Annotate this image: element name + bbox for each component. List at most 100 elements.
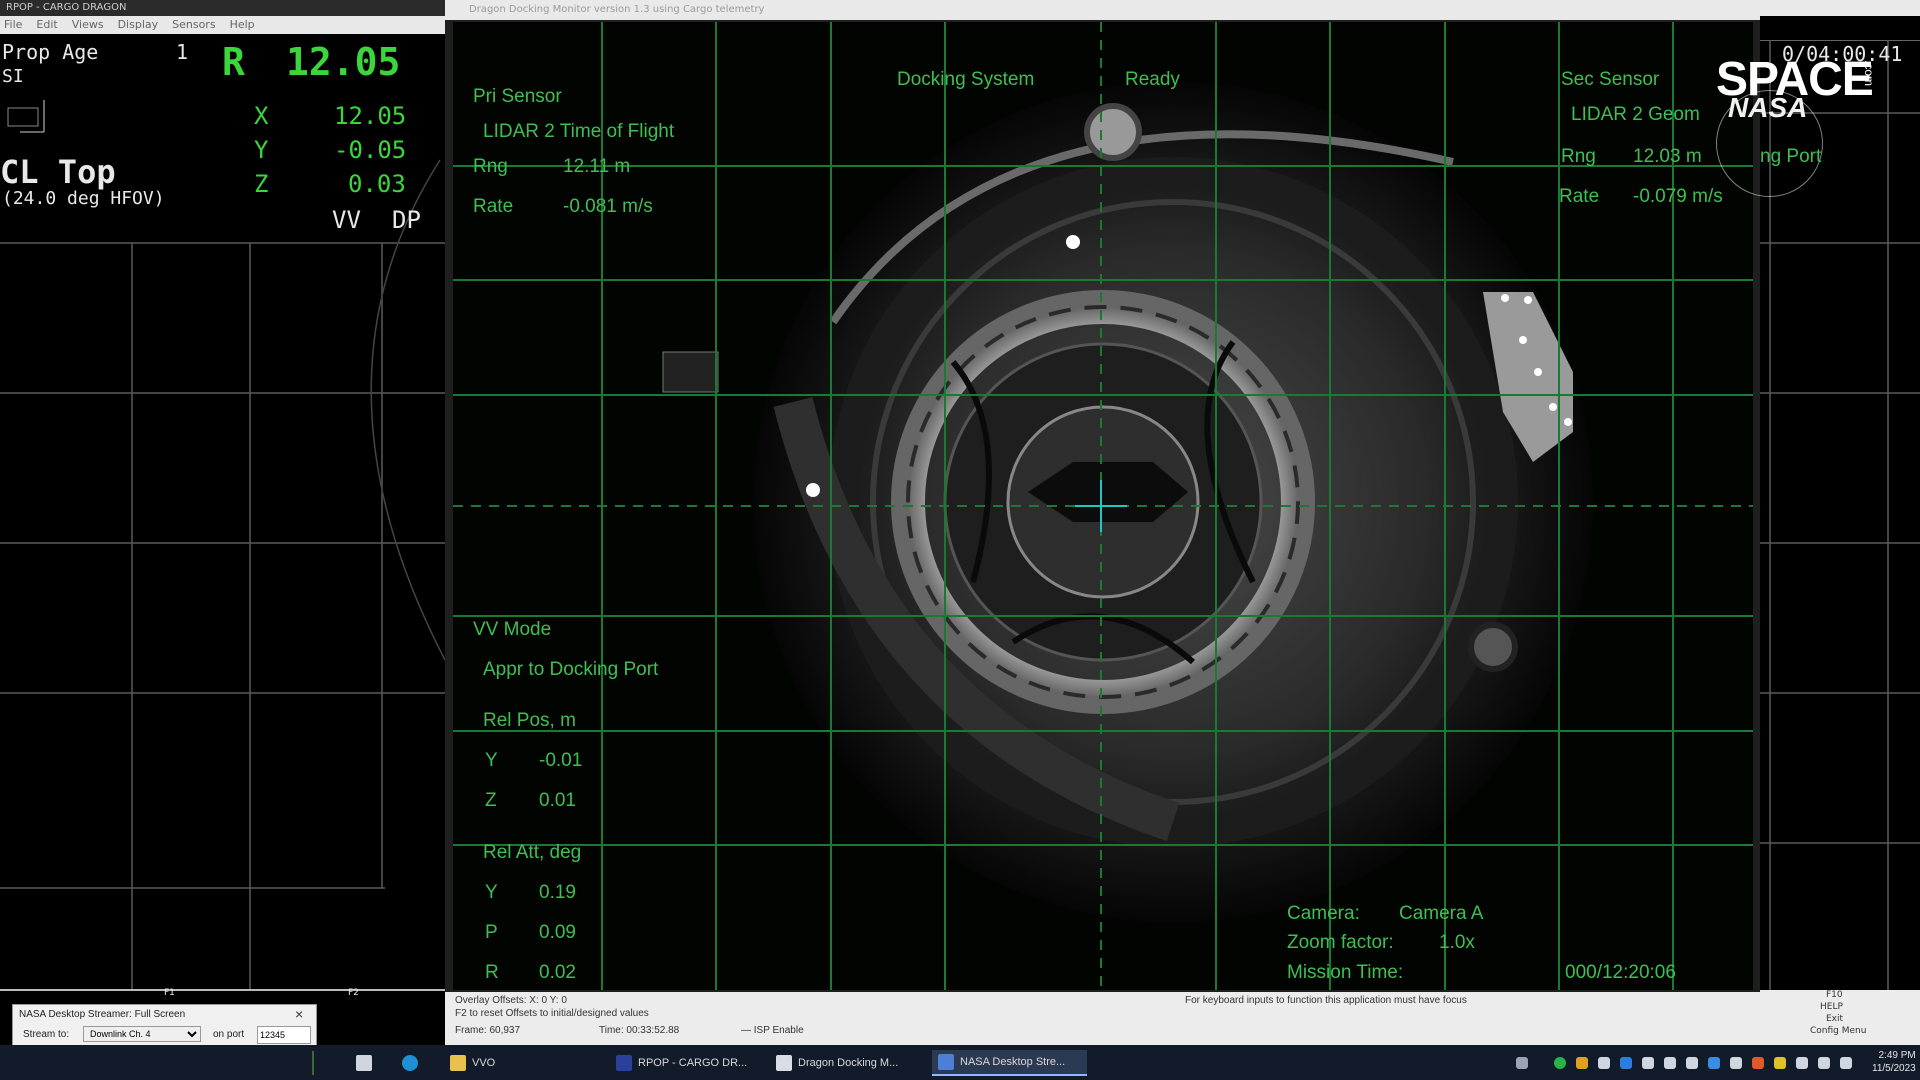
menu-views[interactable]: Views <box>72 16 104 34</box>
streamer-close-icon[interactable]: × <box>295 1006 303 1022</box>
menu-edit[interactable]: Edit <box>36 16 57 34</box>
printer-icon[interactable] <box>1686 1057 1698 1069</box>
docking-monitor-window: Dragon Docking Monitor version 1.3 using… <box>445 0 1760 1045</box>
tray-app-icon[interactable] <box>1818 1057 1830 1069</box>
rel-att-r-label: R <box>485 962 499 983</box>
sec-sensor-port-text: ng Port <box>1760 146 1822 167</box>
pen-icon[interactable] <box>1516 1057 1528 1069</box>
network-icon[interactable] <box>1664 1057 1676 1069</box>
taskbar-clock[interactable]: 2:49 PM 11/5/2023 <box>1872 1049 1916 1075</box>
pri-sensor-name: LIDAR 2 Time of Flight <box>483 121 675 142</box>
port-label: on port <box>213 1029 245 1040</box>
usb-icon[interactable] <box>1642 1057 1654 1069</box>
app-window-icon <box>776 1055 792 1071</box>
config-menu-button[interactable]: Config Menu <box>1810 1026 1866 1036</box>
rel-att-heading: Rel Att, deg <box>483 842 582 863</box>
isp-enable-label: ISP Enable <box>753 1025 804 1036</box>
right-panel-menu: F10 HELP Exit Config Menu <box>1760 990 1920 1045</box>
menu-sensors[interactable]: Sensors <box>172 16 215 34</box>
axis-z-value: 0.03 <box>348 170 406 198</box>
camera-label: Camera: <box>1287 903 1360 924</box>
docking-monitor-title-bar[interactable]: Dragon Docking Monitor version 1.3 using… <box>445 0 1760 20</box>
taskbar-item-label: RPOP - CARGO DR... <box>638 1057 748 1069</box>
update-icon[interactable] <box>1752 1057 1764 1069</box>
mission-time-label: Mission Time: <box>1287 962 1404 983</box>
keyboard-focus-hint: For keyboard inputs to function this app… <box>1185 995 1467 1006</box>
docking-monitor-status-bar: Overlay Offsets: X: 0 Y: 0 F2 to reset O… <box>445 992 1760 1045</box>
menu-file[interactable]: File <box>4 16 22 34</box>
tray-app-icon[interactable] <box>1796 1057 1808 1069</box>
menu-exit-button[interactable]: Exit <box>1826 1014 1843 1024</box>
axis-x-value: 12.05 <box>334 102 407 130</box>
zoom-value: 1.0x <box>1439 932 1475 953</box>
docking-system-status: Ready <box>1125 69 1180 90</box>
rel-pos-y-label: Y <box>485 750 498 771</box>
tray-app-icon[interactable] <box>1576 1057 1588 1069</box>
taskbar-edge <box>312 1051 314 1075</box>
port-input[interactable] <box>257 1026 311 1044</box>
taskbar-item-label: NASA Desktop Stre... <box>960 1056 1066 1068</box>
folder-icon <box>450 1055 466 1071</box>
app-window-icon <box>616 1055 632 1071</box>
menu-display[interactable]: Display <box>118 16 159 34</box>
watermark-nasa: NASA <box>1728 92 1808 123</box>
range-value: 12.05 <box>286 40 401 84</box>
taskbar-item-dragon[interactable]: Dragon Docking M... <box>770 1050 932 1076</box>
cloud-icon[interactable] <box>1708 1057 1720 1069</box>
rel-pos-z-value: 0.01 <box>539 790 576 811</box>
reset-offsets-hint: F2 to reset Offsets to initial/designed … <box>455 1008 649 1019</box>
menu-f10[interactable]: F10 <box>1826 990 1843 1000</box>
sec-rng-label: Rng <box>1561 146 1596 167</box>
overlay-offsets: Overlay Offsets: X: 0 Y: 0 <box>455 995 567 1006</box>
taskbar-item-label: Dragon Docking M... <box>798 1057 899 1069</box>
docking-monitor-title: Dragon Docking Monitor version 1.3 using… <box>469 4 765 15</box>
axis-x-label: X <box>254 102 269 130</box>
dp-label[interactable]: DP <box>392 206 421 234</box>
docking-system-label: Docking System <box>897 69 1035 90</box>
status-icon[interactable] <box>1554 1057 1566 1069</box>
axis-y-value: -0.05 <box>334 136 407 164</box>
bluetooth-icon[interactable] <box>1620 1057 1632 1069</box>
taskview-button[interactable] <box>350 1050 378 1076</box>
menu-help[interactable]: Help <box>230 16 255 34</box>
axis-y-label: Y <box>254 136 269 164</box>
taskbar-item-rpop[interactable]: RPOP - CARGO DR... <box>610 1050 772 1076</box>
monitor-icon <box>938 1054 954 1070</box>
watermark-suffix: .com <box>1862 60 1876 87</box>
camera-view: Pri Sensor LIDAR 2 Time of Flight Rng 12… <box>453 22 1753 990</box>
camera-scene <box>453 22 1753 990</box>
f1-mark: F1 <box>164 988 175 998</box>
rel-att-y-label: Y <box>485 882 498 903</box>
rpop-title-bar[interactable]: RPOP - CARGO DRAGON <box>0 0 445 16</box>
rpop-window: RPOP - CARGO DRAGON File Edit Views Disp… <box>0 0 445 1000</box>
warning-icon[interactable] <box>1774 1057 1786 1069</box>
axis-z-label: Z <box>254 170 269 198</box>
desktop-streamer-dialog: NASA Desktop Streamer: Full Screen × Str… <box>12 1004 317 1050</box>
pri-rng-value: 12.11 m <box>563 156 631 177</box>
sec-sensor-heading: Sec Sensor <box>1561 69 1660 90</box>
menu-help-button[interactable]: HELP <box>1820 1002 1843 1012</box>
isp-enable[interactable]: — ISP Enable <box>741 1025 804 1036</box>
volume-icon[interactable] <box>1840 1057 1852 1069</box>
sec-rng-value: 12.03 m <box>1633 146 1702 167</box>
rel-att-r-value: 0.02 <box>539 962 576 983</box>
taskbar-item-vvo[interactable]: VVO <box>444 1050 586 1076</box>
vv-label[interactable]: VV <box>332 206 361 234</box>
stream-channel-select[interactable]: Downlink Ch. 4 <box>83 1026 201 1042</box>
sec-sensor-name: LIDAR 2 Geom <box>1571 104 1700 125</box>
taskbar-item-streamer[interactable]: NASA Desktop Stre... <box>932 1050 1087 1076</box>
pri-rng-label: Rng <box>473 156 508 177</box>
display-icon[interactable] <box>1730 1057 1742 1069</box>
si-label: SI <box>2 66 24 87</box>
rel-att-p-value: 0.09 <box>539 922 576 943</box>
browser-icon <box>402 1055 418 1071</box>
rel-pos-y-value: -0.01 <box>539 750 583 771</box>
isp-enable-dash: — <box>741 1025 751 1036</box>
clock-time: 2:49 PM <box>1878 1050 1916 1061</box>
rel-pos-z-label: Z <box>485 790 497 811</box>
shield-icon[interactable] <box>1598 1057 1610 1069</box>
edge-button[interactable] <box>396 1050 424 1076</box>
vv-mode-heading: VV Mode <box>473 619 552 640</box>
prop-age-label: Prop Age <box>2 40 99 64</box>
mission-time-value: 000/12:20:06 <box>1565 962 1676 983</box>
